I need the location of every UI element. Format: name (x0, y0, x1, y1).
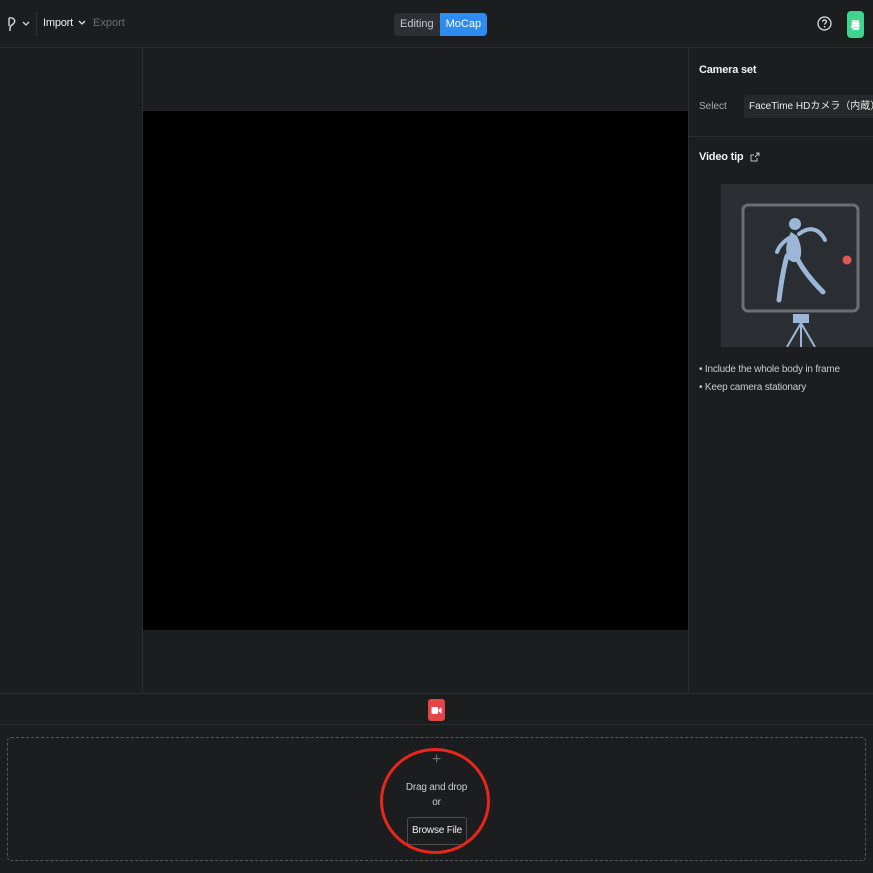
or-text: or (432, 797, 441, 808)
file-dropzone[interactable]: + Drag and drop or Browse File (7, 737, 866, 861)
external-link-icon[interactable] (750, 152, 760, 162)
left-panel (0, 48, 143, 693)
mode-toggle: Editing MoCap (394, 13, 488, 36)
camera-set-title: Camera set (699, 64, 757, 76)
camera-preview (143, 111, 688, 630)
video-tip-header: Video tip (699, 151, 760, 163)
right-panel: Camera set Select FaceTime HDカメラ（内蔵） (05… (688, 48, 873, 693)
chevron-down-icon (78, 20, 86, 25)
browse-file-button[interactable]: Browse File (407, 817, 467, 845)
logo-icon (8, 17, 16, 31)
export-button[interactable]: Export (93, 17, 125, 29)
logo-menu[interactable] (6, 15, 34, 33)
video-tip-title: Video tip (699, 151, 744, 163)
chevron-down-icon (22, 21, 30, 26)
record-button[interactable] (428, 699, 445, 721)
record-bar (0, 693, 873, 725)
help-icon[interactable] (817, 16, 832, 31)
camera-select[interactable]: FaceTime HDカメラ（内蔵） (05ac:8 (744, 95, 873, 118)
tip-item: • Keep camera stationary (699, 382, 807, 393)
select-label: Select (699, 101, 727, 112)
toolbar-divider (36, 12, 37, 36)
video-tip-list: • Include the whole body in frame • Keep… (699, 361, 840, 397)
video-tip-illustration (721, 184, 873, 347)
app-root: Import Export Editing MoCap 暑 Camera set… (0, 0, 873, 873)
viewport-header (143, 48, 688, 111)
dropzone-instructions: Drag and drop or (8, 780, 865, 810)
camera-body-illustration (741, 203, 860, 347)
user-avatar[interactable]: 暑 (847, 11, 864, 38)
import-button[interactable]: Import (43, 17, 86, 29)
center-area (143, 48, 688, 693)
mode-mocap-tab[interactable]: MoCap (439, 13, 488, 36)
drag-drop-text: Drag and drop (405, 782, 468, 793)
tip-item: • Include the whole body in frame (699, 364, 840, 375)
record-video-icon (431, 706, 442, 714)
import-label: Import (43, 17, 73, 29)
plus-icon: + (431, 751, 442, 768)
top-bar: Import Export Editing MoCap 暑 (0, 0, 873, 48)
divider (689, 136, 873, 137)
mode-editing-tab[interactable]: Editing (394, 13, 440, 36)
